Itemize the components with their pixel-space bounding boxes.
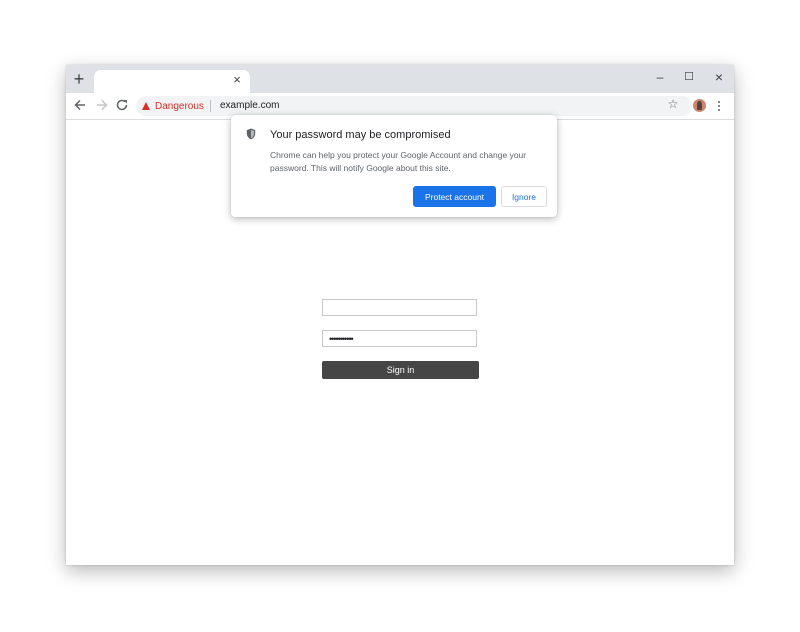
sign-in-button[interactable]: Sign in — [322, 361, 479, 379]
minimize-icon[interactable]: – — [652, 69, 668, 85]
new-tab-button[interactable]: + — [71, 70, 87, 88]
warning-icon — [142, 102, 150, 110]
maximize-icon[interactable]: ☐ — [681, 69, 697, 85]
tab-close-icon[interactable]: × — [230, 73, 244, 87]
omnibox-divider — [210, 100, 211, 112]
arrow-back-icon[interactable] — [72, 98, 88, 114]
ignore-button[interactable]: Ignore — [501, 186, 547, 207]
omnibox[interactable]: Dangerous example.com — [136, 96, 692, 116]
password-compromised-bubble: Your password may be compromised Chrome … — [231, 115, 557, 217]
bubble-title: Your password may be compromised — [270, 129, 451, 141]
password-field[interactable] — [322, 330, 477, 347]
username-field[interactable] — [322, 299, 477, 316]
bookmark-star-icon[interactable]: ☆ — [666, 97, 680, 111]
bubble-body: Chrome can help you protect your Google … — [270, 150, 527, 173]
shield-icon — [246, 127, 256, 140]
browser-window: + × – ☐ × Dangerous example.com ☆ ••••••… — [66, 65, 734, 565]
tab-strip: + × – ☐ × — [66, 65, 734, 93]
active-tab[interactable]: × — [94, 70, 250, 93]
protect-account-button[interactable]: Protect account — [413, 186, 496, 207]
arrow-forward-icon[interactable] — [94, 98, 110, 114]
url-text[interactable]: example.com — [220, 100, 279, 111]
profile-avatar[interactable] — [693, 99, 706, 112]
window-close-icon[interactable]: × — [711, 69, 727, 85]
security-chip[interactable]: Dangerous — [142, 99, 204, 113]
reload-icon[interactable] — [114, 98, 130, 114]
more-menu-icon[interactable] — [714, 98, 724, 114]
security-label: Dangerous — [155, 100, 204, 112]
